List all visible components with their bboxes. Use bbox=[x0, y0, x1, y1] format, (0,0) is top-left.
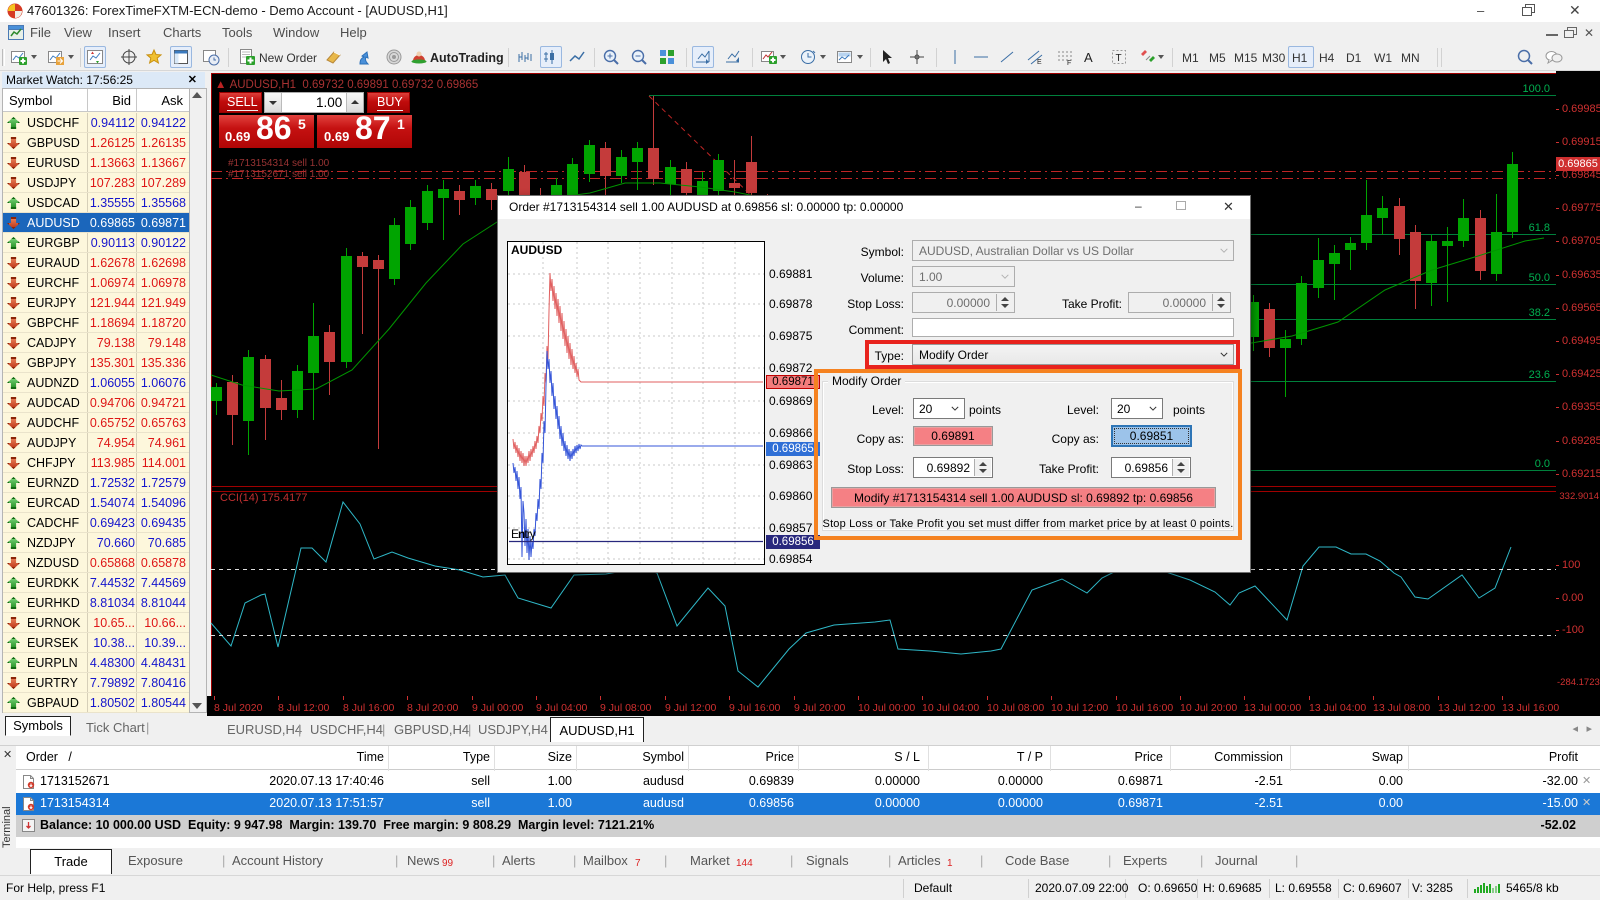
svg-text:F: F bbox=[1067, 60, 1071, 66]
svg-text:T: T bbox=[1116, 53, 1122, 64]
svg-text:50.0: 50.0 bbox=[1529, 272, 1550, 284]
svg-text:23.6: 23.6 bbox=[1529, 369, 1550, 381]
svg-text:E: E bbox=[1037, 59, 1042, 66]
svg-text:0.0: 0.0 bbox=[1535, 458, 1550, 470]
svg-text:61.8: 61.8 bbox=[1529, 222, 1550, 234]
svg-text:38.2: 38.2 bbox=[1529, 307, 1550, 319]
svg-text:100.0: 100.0 bbox=[1522, 83, 1550, 95]
